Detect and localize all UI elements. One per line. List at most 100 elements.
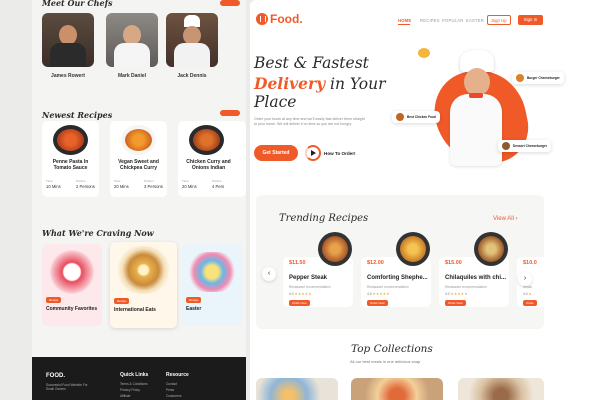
- chefs-view-button[interactable]: [220, 0, 240, 6]
- craving-tag: Recipe: [186, 297, 202, 303]
- footer-link[interactable]: Contact: [166, 382, 177, 386]
- collection-image[interactable]: [458, 378, 544, 400]
- trending-price: $11.50: [289, 260, 306, 266]
- order-now-button[interactable]: Order Now: [289, 300, 310, 306]
- hero-title-line1: Best & Fastest: [254, 54, 369, 72]
- craving-image: [114, 246, 173, 294]
- craving-tag: Recipe: [46, 297, 62, 303]
- trending-subtitle: Restaurant recommendation: [367, 285, 409, 289]
- trending-name: Chilaquiles with chi...: [445, 275, 507, 281]
- nav-popular[interactable]: POPULAR: [442, 18, 463, 23]
- craving-card[interactable]: Recipe Easter: [182, 244, 242, 326]
- hero-highlight: Delivery: [254, 74, 326, 93]
- sign-up-button[interactable]: Sign Up: [487, 15, 511, 25]
- chef-card[interactable]: Mark Daniel: [106, 13, 158, 79]
- craving-section-title: What We're Craving Now: [42, 228, 154, 238]
- recipe-time-label: Time: [182, 179, 189, 183]
- burger-icon: [516, 74, 524, 82]
- trending-subtitle: Restaurant recommendation: [289, 285, 331, 289]
- trending-image: [318, 232, 352, 266]
- trending-rating: 4.0 ★★★★★: [445, 292, 468, 296]
- nav-home[interactable]: HOME: [398, 18, 411, 23]
- chef-photo: [166, 13, 218, 67]
- how-to-order-link[interactable]: How To Order!: [324, 151, 356, 156]
- recipe-name: Vegan Sweet and Chickpea Curry: [118, 159, 159, 171]
- chef-body: [450, 94, 502, 166]
- rating-value: 4.5: [367, 292, 372, 296]
- get-started-button[interactable]: Get Started: [254, 145, 298, 161]
- craving-card[interactable]: Recipe Community Favorites: [42, 244, 102, 326]
- logo-text: Food.: [270, 12, 303, 26]
- footer-tagline: Successful Food Website For Small Owners: [46, 383, 88, 391]
- footer-link[interactable]: Privacy Policy: [120, 388, 140, 392]
- trending-image: [396, 232, 430, 266]
- recipe-portion-label: Portion: [144, 179, 154, 183]
- trending-card[interactable]: $12.00 Comforting Shephe... Restaurant r…: [361, 257, 431, 307]
- site-logo[interactable]: Food.: [256, 12, 303, 26]
- chef-card[interactable]: Jack Dennis: [166, 13, 218, 79]
- recipe-image: [189, 125, 224, 155]
- footer-quick-links-title: Quick Links: [120, 372, 149, 378]
- craving-label: Easter: [186, 306, 202, 312]
- star-icon: ★★★★★: [450, 292, 468, 296]
- hero-title-rest: in Your: [325, 75, 386, 93]
- star-icon: ★★★★★: [294, 292, 312, 296]
- recipes-view-button[interactable]: [220, 110, 240, 116]
- chicken-icon: [396, 113, 404, 121]
- rating-value: 4.0: [445, 292, 450, 296]
- recipe-image: [53, 125, 88, 155]
- trending-rating: 4.5 ★★★★★: [367, 292, 390, 296]
- footer-link[interactable]: Press: [166, 388, 174, 392]
- sign-in-button[interactable]: Sign In: [518, 15, 543, 25]
- footer-link[interactable]: Affiliate: [120, 394, 130, 398]
- recipe-time: 20 Mins: [182, 184, 197, 189]
- hero-title-line2: Delivery in Your: [254, 74, 386, 93]
- rating-value: 4.0: [289, 292, 294, 296]
- chef-name: Jack Dennis: [177, 73, 207, 79]
- chef-scarf: [469, 93, 483, 98]
- nav-recipes[interactable]: RECIPES: [420, 18, 440, 23]
- recipe-time: 10 Mins: [46, 184, 61, 189]
- recipe-card[interactable]: Penne Pasta In Tomato Sauce Time Portion…: [42, 121, 99, 197]
- footer-link[interactable]: Customers: [166, 394, 181, 398]
- order-now-button[interactable]: Order: [523, 300, 537, 306]
- trending-card[interactable]: $11.50 Pepper Steak Restaurant recommend…: [283, 257, 353, 307]
- chevron-right-icon: ›: [515, 216, 518, 222]
- craving-image: [48, 250, 96, 294]
- left-panel: Meet Our Chefs James Rowert Mark Daniel …: [32, 0, 246, 400]
- play-icon[interactable]: [305, 145, 321, 161]
- craving-card[interactable]: Recipe International Eats: [110, 242, 177, 328]
- order-now-button[interactable]: Order Now: [367, 300, 388, 306]
- recipe-card[interactable]: Vegan Sweet and Chickpea Curry Time Port…: [110, 121, 167, 197]
- hero-badge-text: Dessert Cheeseburger: [513, 144, 548, 148]
- nav-easter[interactable]: EASTER: [466, 18, 484, 23]
- carousel-prev-button[interactable]: ‹: [262, 267, 276, 281]
- footer-logo[interactable]: FOOD.: [46, 373, 65, 379]
- chef-name: Mark Daniel: [117, 73, 147, 79]
- trending-price: $12.00: [367, 260, 384, 266]
- hero-badge: Dessert Cheeseburger: [498, 140, 552, 152]
- hero-title-line3: Place: [254, 93, 297, 111]
- trending-price: $10.0: [523, 260, 537, 266]
- footer-link[interactable]: Terms & Conditions: [120, 382, 148, 386]
- trending-name: Comforting Shephe...: [367, 275, 428, 281]
- chevron-right-icon: ›: [523, 275, 527, 282]
- trending-title: Trending Recipes: [279, 213, 369, 224]
- star-icon: ★★★★★: [372, 292, 390, 296]
- hero-description: Order your foods at any time and we'll e…: [254, 117, 365, 126]
- collection-image[interactable]: [351, 378, 443, 400]
- star-icon: ★: [528, 292, 532, 296]
- nav-active-indicator: [398, 24, 410, 25]
- hero-badge: Best Chicken Food: [392, 111, 440, 123]
- recipe-portion: 2 Persons: [76, 184, 95, 189]
- recipe-name: Chicken Curry and Onions Indian: [186, 159, 231, 171]
- view-all-link[interactable]: View All ›: [493, 216, 518, 222]
- recipe-portion: 3 Persons: [144, 184, 163, 189]
- collection-image[interactable]: [256, 378, 338, 400]
- carousel-next-button[interactable]: ›: [518, 272, 532, 286]
- order-now-button[interactable]: Order Now: [445, 300, 466, 306]
- chef-card[interactable]: James Rowert: [42, 13, 94, 79]
- rating-value: 4.0: [523, 292, 528, 296]
- trending-card[interactable]: $15.00 Chilaquiles with chi... Restauran…: [439, 257, 509, 307]
- recipe-card[interactable]: Chicken Curry and Onions Indian Time Por…: [178, 121, 246, 197]
